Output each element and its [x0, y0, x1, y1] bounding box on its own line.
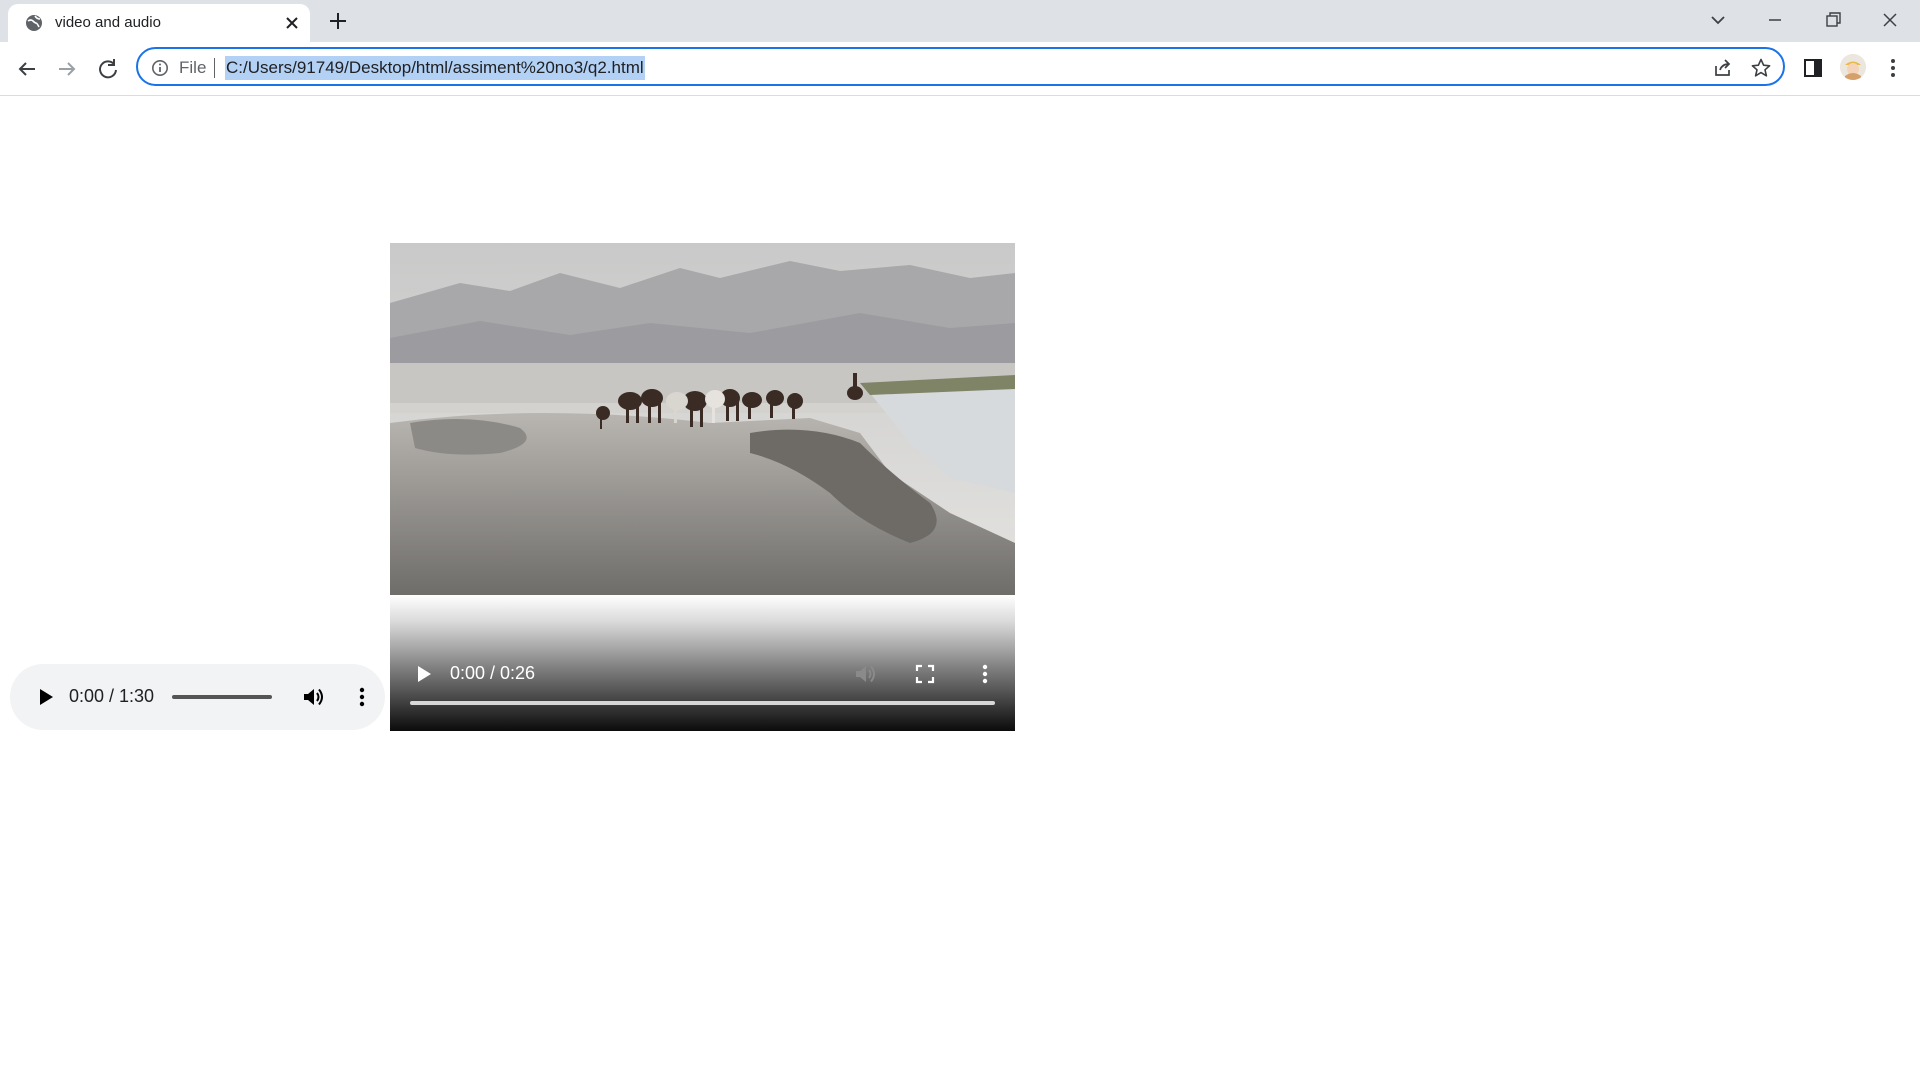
- browser-tab[interactable]: video and audio: [8, 4, 310, 42]
- profile-avatar[interactable]: [1840, 54, 1866, 80]
- fullscreen-icon[interactable]: [912, 661, 938, 687]
- play-icon[interactable]: [410, 661, 436, 687]
- forward-arrow-icon[interactable]: [53, 55, 81, 83]
- share-icon[interactable]: [1712, 57, 1734, 79]
- audio-player: 0:00 / 1:30: [10, 664, 385, 730]
- new-tab-icon[interactable]: [327, 10, 349, 32]
- minimize-icon[interactable]: [1763, 8, 1787, 32]
- bookmark-star-icon[interactable]: [1750, 57, 1772, 79]
- browser-toolbar: File C:/Users/91749/Desktop/html/assimen…: [0, 42, 1920, 96]
- site-info-icon[interactable]: [151, 59, 169, 77]
- audio-seek-bar[interactable]: [172, 695, 272, 699]
- volume-icon[interactable]: [300, 684, 326, 710]
- reload-icon[interactable]: [94, 55, 122, 83]
- audio-time: 0:00 / 1:30: [69, 686, 155, 706]
- scheme-divider: [214, 58, 215, 78]
- video-player[interactable]: 0:00 / 0:26: [390, 243, 1015, 731]
- scheme-label: File: [179, 58, 207, 77]
- close-tab-icon[interactable]: [282, 13, 302, 33]
- restore-icon[interactable]: [1821, 8, 1845, 32]
- more-options-icon[interactable]: [972, 661, 998, 687]
- tab-search-chevron-icon[interactable]: [1706, 8, 1730, 32]
- video-controls: 0:00 / 0:26: [390, 595, 1015, 731]
- video-frame-horses: [390, 243, 1015, 595]
- browser-menu-icon[interactable]: [1880, 55, 1906, 81]
- back-arrow-icon[interactable]: [13, 55, 41, 83]
- play-icon[interactable]: [32, 684, 58, 710]
- volume-disabled-icon: [852, 661, 878, 687]
- globe-icon: [25, 14, 43, 32]
- tab-strip: video and audio: [0, 0, 1920, 42]
- close-window-icon[interactable]: [1878, 8, 1902, 32]
- video-seek-bar[interactable]: [410, 701, 995, 705]
- side-panel-icon[interactable]: [1800, 55, 1826, 81]
- video-time: 0:00 / 0:26: [450, 663, 536, 683]
- url-text[interactable]: C:/Users/91749/Desktop/html/assiment%20n…: [225, 56, 645, 80]
- address-bar[interactable]: File C:/Users/91749/Desktop/html/assimen…: [136, 47, 1785, 86]
- more-options-icon[interactable]: [349, 684, 375, 710]
- tab-title: video and audio: [55, 14, 161, 31]
